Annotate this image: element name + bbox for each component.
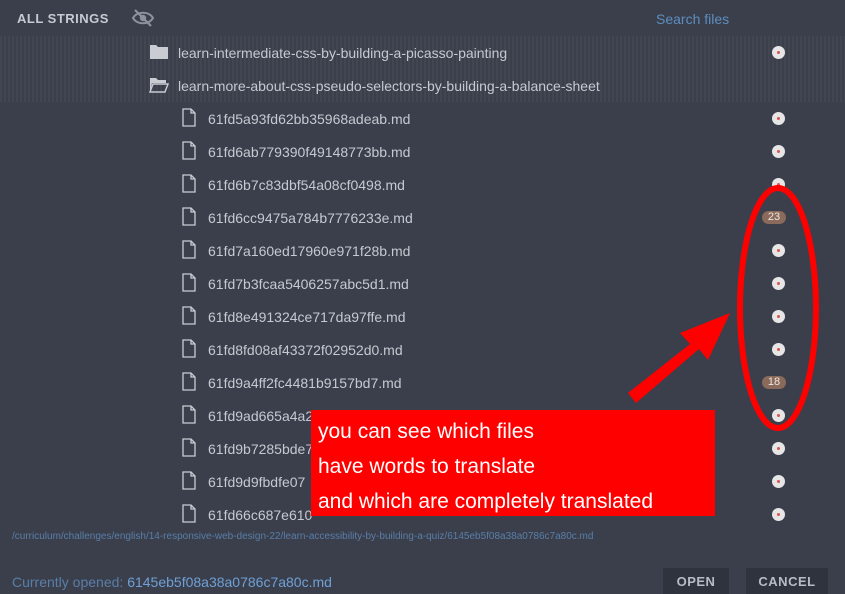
file-row[interactable]: 61fd9a4ff2fc4481b9157bd7.md 18 — [0, 366, 845, 399]
file-row[interactable]: 61fd5a93fd62bb35968adeab.md — [0, 102, 845, 135]
translated-indicator — [772, 409, 785, 422]
file-icon — [182, 504, 196, 523]
translated-indicator — [772, 244, 785, 257]
all-strings-title[interactable]: ALL STRINGS — [17, 11, 109, 26]
file-label: 61fd9d9fbdfe07 — [208, 474, 306, 490]
file-icon — [182, 372, 196, 391]
file-label: 61fd9a4ff2fc4481b9157bd7.md — [208, 375, 402, 391]
file-icon — [182, 438, 196, 457]
translated-indicator — [772, 475, 785, 488]
translated-indicator — [772, 46, 785, 59]
header-bar: ALL STRINGS — [0, 0, 845, 36]
folder-row[interactable]: learn-more-about-css-pseudo-selectors-by… — [0, 69, 845, 102]
file-row[interactable]: 61fd6ab779390f49148773bb.md — [0, 135, 845, 168]
file-icon — [182, 141, 196, 160]
open-button[interactable]: OPEN — [663, 568, 729, 594]
file-icon — [182, 207, 196, 226]
file-label: 61fd5a93fd62bb35968adeab.md — [208, 111, 411, 127]
search-input[interactable] — [656, 10, 806, 28]
annotation-line: you can see which files — [318, 420, 534, 443]
folder-open-icon — [149, 78, 169, 93]
untranslated-count-badge: 18 — [762, 376, 786, 389]
file-label: 61fd6b7c83dbf54a08cf0498.md — [208, 177, 405, 193]
file-row[interactable]: 61fd6b7c83dbf54a08cf0498.md — [0, 168, 845, 201]
file-row[interactable]: 61fd6cc9475a784b7776233e.md 23 — [0, 201, 845, 234]
file-label: 61fd6ab779390f49148773bb.md — [208, 144, 411, 160]
file-label: 61fd6cc9475a784b7776233e.md — [208, 210, 413, 226]
file-icon — [182, 174, 196, 193]
file-row[interactable]: 61fd8fd08af43372f02952d0.md — [0, 333, 845, 366]
file-label: 61fd7a160ed17960e971f28b.md — [208, 243, 411, 259]
cancel-button[interactable]: CANCEL — [746, 568, 828, 594]
folder-icon — [150, 45, 168, 59]
currently-opened-label: Currently opened: — [12, 574, 124, 590]
file-label: 61fd9ad665a4a2 — [208, 408, 314, 424]
translated-indicator — [772, 277, 785, 290]
translated-indicator — [772, 310, 785, 323]
file-row[interactable]: 61fd7b3fcaa5406257abc5d1.md — [0, 267, 845, 300]
file-path: /curriculum/challenges/english/14-respon… — [12, 531, 594, 542]
currently-opened-file: 6145eb5f08a38a0786c7a80c.md — [127, 574, 332, 590]
file-icon — [182, 240, 196, 259]
currently-opened: Currently opened: 6145eb5f08a38a0786c7a8… — [12, 574, 332, 590]
folder-label: learn-intermediate-css-by-building-a-pic… — [178, 45, 508, 61]
folder-label: learn-more-about-css-pseudo-selectors-by… — [178, 78, 600, 94]
untranslated-count-badge: 23 — [762, 211, 786, 224]
file-icon — [182, 108, 196, 127]
file-row[interactable]: 61fd8e491324ce717da97ffe.md — [0, 300, 845, 333]
translated-indicator — [772, 178, 785, 191]
translated-indicator — [772, 343, 785, 356]
footer-bar: Currently opened: 6145eb5f08a38a0786c7a8… — [0, 560, 845, 594]
eye-off-icon[interactable] — [131, 9, 155, 27]
annotation-callout: you can see which files have words to tr… — [311, 410, 715, 516]
folder-row[interactable]: learn-intermediate-css-by-building-a-pic… — [0, 36, 845, 69]
translated-indicator — [772, 442, 785, 455]
translated-indicator — [772, 112, 785, 125]
file-icon — [182, 405, 196, 424]
file-icon — [182, 471, 196, 490]
file-label: 61fd66c687e610 — [208, 507, 313, 523]
file-label: 61fd9b7285bde7 — [208, 441, 314, 457]
file-label: 61fd8e491324ce717da97ffe.md — [208, 309, 406, 325]
annotation-line: and which are completely translated — [318, 490, 654, 513]
annotation-line: have words to translate — [318, 455, 536, 478]
file-icon — [182, 339, 196, 358]
file-row[interactable]: 61fd7a160ed17960e971f28b.md — [0, 234, 845, 267]
file-label: 61fd7b3fcaa5406257abc5d1.md — [208, 276, 409, 292]
file-icon — [182, 273, 196, 292]
translated-indicator — [772, 145, 785, 158]
file-icon — [182, 306, 196, 325]
file-label: 61fd8fd08af43372f02952d0.md — [208, 342, 403, 358]
translated-indicator — [772, 508, 785, 521]
